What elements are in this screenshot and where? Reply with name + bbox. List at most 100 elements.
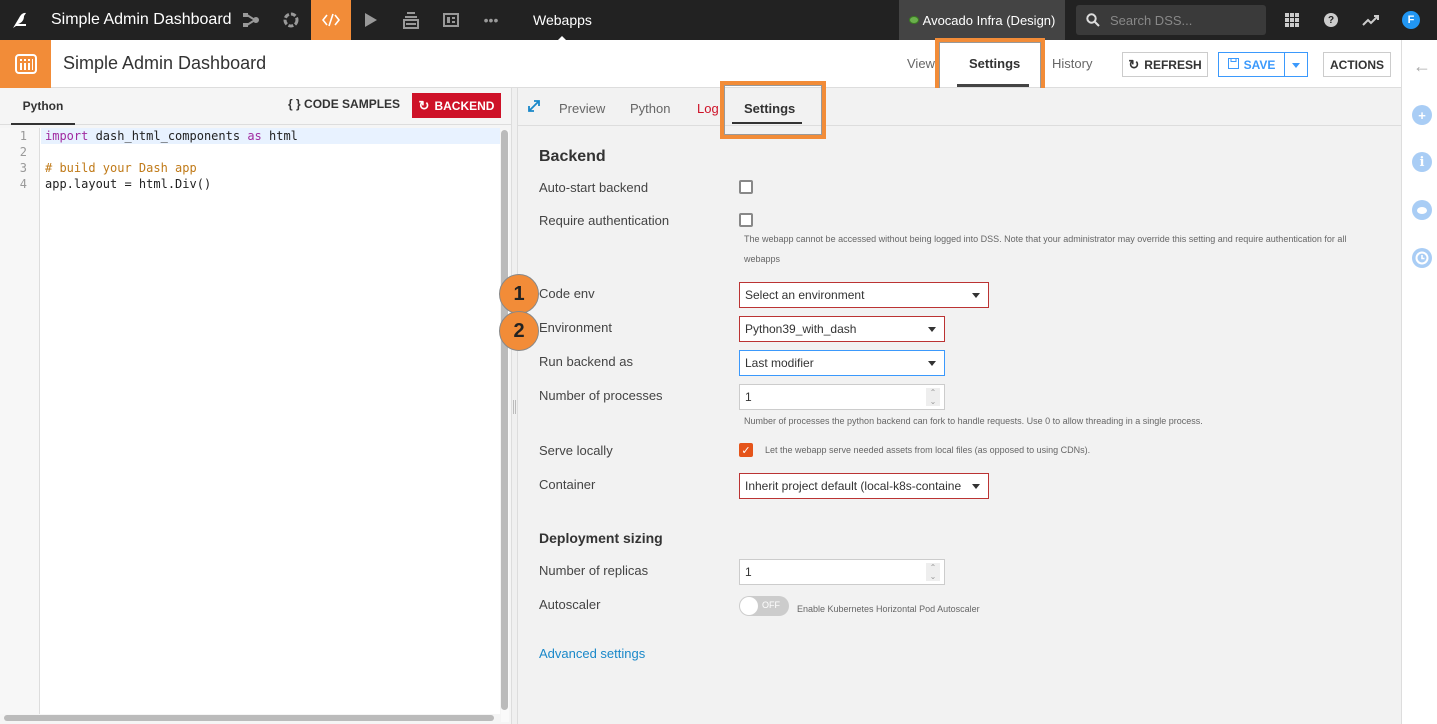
right-rail: ← + i bbox=[1401, 40, 1437, 724]
serve-locally-checkbox[interactable]: ✓ bbox=[739, 443, 753, 457]
activity-trend-icon[interactable] bbox=[1361, 10, 1381, 30]
refresh-icon: ↻ bbox=[1128, 56, 1140, 72]
backend-section-title: Backend bbox=[539, 148, 606, 165]
floppy-disk-icon bbox=[1227, 57, 1239, 72]
tab-python-code[interactable]: Python bbox=[11, 88, 75, 125]
highlight-settings-tab bbox=[935, 38, 1045, 95]
search-box[interactable] bbox=[1076, 5, 1266, 35]
search-input[interactable] bbox=[1110, 12, 1250, 28]
dashboard-icon[interactable] bbox=[431, 0, 471, 40]
line-number-gutter: 1 2 3 4 bbox=[0, 128, 40, 714]
current-section-webapps[interactable]: Webapps bbox=[533, 0, 592, 40]
serve-locally-label: Serve locally bbox=[539, 443, 613, 458]
help-icon[interactable]: ? bbox=[1321, 10, 1341, 30]
webapp-icon bbox=[0, 40, 51, 88]
tab-view[interactable]: View bbox=[907, 56, 935, 71]
project-title[interactable]: Simple Admin Dashboard bbox=[51, 11, 232, 29]
refresh-icon: ↻ bbox=[418, 97, 430, 113]
plus-circle-icon[interactable]: + bbox=[1412, 105, 1432, 125]
caret-down-icon bbox=[1292, 62, 1300, 72]
code-env-select[interactable]: Select an environment bbox=[739, 282, 989, 308]
advanced-settings-link[interactable]: Advanced settings bbox=[539, 646, 645, 661]
caret-down-icon bbox=[972, 293, 980, 302]
replicas-label: Number of replicas bbox=[539, 563, 649, 578]
refresh-button[interactable]: ↻ REFRESH bbox=[1122, 52, 1208, 77]
settings-pane: Preview Python Log Settings Backend Auto… bbox=[518, 88, 1401, 724]
settings-tabs: Preview Python Log Settings bbox=[518, 88, 1401, 126]
apps-grid-icon[interactable] bbox=[1282, 10, 1302, 30]
more-icon[interactable]: ••• bbox=[471, 0, 511, 40]
object-title: Simple Admin Dashboard bbox=[63, 53, 267, 73]
processes-help: Number of processes the python backend c… bbox=[744, 416, 1203, 426]
avocado-icon bbox=[908, 16, 919, 24]
tab-history[interactable]: History bbox=[1052, 56, 1092, 71]
code-line[interactable]: import dash_html_components as html bbox=[41, 128, 500, 144]
actions-button[interactable]: ACTIONS bbox=[1323, 52, 1391, 77]
autoscaler-label: Autoscaler bbox=[539, 597, 601, 612]
arrow-left-icon[interactable]: ← bbox=[1413, 56, 1431, 77]
code-lines[interactable]: import dash_html_components as html # bu… bbox=[41, 128, 500, 192]
run-as-label: Run backend as bbox=[539, 354, 633, 369]
processes-input[interactable]: 1 ⌃ ⌄ bbox=[739, 384, 945, 410]
info-circle-icon[interactable]: i bbox=[1412, 152, 1432, 172]
require-auth-help-cont: webapps bbox=[744, 254, 781, 264]
container-select[interactable]: Inherit project default (local-k8s-conta… bbox=[739, 473, 989, 499]
recipes-icon[interactable] bbox=[271, 0, 311, 40]
code-line[interactable]: # build your Dash app bbox=[41, 160, 500, 176]
container-label: Container bbox=[539, 477, 596, 492]
auto-start-checkbox[interactable] bbox=[739, 180, 753, 194]
flow-icon[interactable] bbox=[231, 0, 271, 40]
expand-icon[interactable] bbox=[528, 99, 540, 117]
editor-vertical-scrollbar[interactable] bbox=[501, 130, 509, 722]
code-line[interactable] bbox=[41, 144, 500, 160]
code-editor-pane: Python { } CODE SAMPLES ↻ BACKEND 1 2 3 … bbox=[0, 88, 512, 724]
run-as-select[interactable]: Last modifier bbox=[739, 350, 945, 376]
object-header: Simple Admin Dashboard View Settings His… bbox=[0, 40, 1401, 88]
code-samples-button[interactable]: { } CODE SAMPLES bbox=[288, 97, 400, 111]
processes-label: Number of processes bbox=[539, 388, 663, 403]
run-icon[interactable] bbox=[351, 0, 391, 40]
editor-horizontal-scrollbar[interactable] bbox=[4, 715, 494, 721]
caret-down-icon bbox=[972, 484, 980, 493]
editor-tabs: Python { } CODE SAMPLES ↻ BACKEND bbox=[0, 88, 511, 125]
code-area[interactable]: 1 2 3 4 import dash_html_components as h… bbox=[0, 128, 500, 714]
user-avatar[interactable]: F bbox=[1402, 11, 1420, 29]
save-dropdown-button[interactable] bbox=[1284, 52, 1308, 77]
instance-selector[interactable]: Avocado Infra (Design) bbox=[899, 0, 1065, 40]
deployment-section-title: Deployment sizing bbox=[539, 530, 663, 546]
caret-down-icon bbox=[928, 327, 936, 336]
tab-python[interactable]: Python bbox=[630, 101, 670, 116]
require-auth-help: The webapp cannot be accessed without be… bbox=[744, 234, 1347, 244]
datasets-icon[interactable] bbox=[391, 0, 431, 40]
search-icon bbox=[1086, 13, 1100, 27]
braces-icon: { } bbox=[288, 97, 301, 111]
autoscaler-toggle[interactable]: OFF bbox=[739, 596, 789, 616]
line-number: 1 bbox=[19, 129, 27, 143]
environment-select[interactable]: Python39_with_dash bbox=[739, 316, 945, 342]
spinner-icon[interactable]: ⌃ ⌄ bbox=[926, 388, 940, 406]
dss-bird-logo-icon[interactable] bbox=[0, 0, 40, 40]
annotation-badge-2: 2 bbox=[499, 311, 539, 351]
require-auth-label: Require authentication bbox=[539, 213, 670, 228]
save-button[interactable]: SAVE bbox=[1218, 52, 1284, 77]
code-line[interactable]: app.layout = html.Div() bbox=[41, 176, 500, 192]
line-number: 4 bbox=[19, 177, 27, 191]
tab-preview[interactable]: Preview bbox=[559, 101, 605, 116]
spinner-icon[interactable]: ⌃ ⌄ bbox=[926, 563, 940, 581]
code-env-label: Code env bbox=[539, 286, 595, 301]
serve-locally-help: Let the webapp serve needed assets from … bbox=[765, 445, 1091, 455]
comment-icon[interactable] bbox=[1412, 200, 1432, 220]
highlight-settings-webapp-tab bbox=[720, 81, 826, 139]
clock-history-icon[interactable] bbox=[1412, 248, 1432, 268]
backend-button[interactable]: ↻ BACKEND bbox=[412, 93, 501, 118]
line-number: 3 bbox=[19, 161, 27, 175]
replicas-input[interactable]: 1 ⌃ ⌄ bbox=[739, 559, 945, 585]
annotation-badge-1: 1 bbox=[499, 274, 539, 314]
instance-name: Avocado Infra (Design) bbox=[922, 12, 1056, 28]
require-auth-checkbox[interactable] bbox=[739, 213, 753, 227]
caret-down-icon bbox=[928, 361, 936, 370]
tab-log[interactable]: Log bbox=[697, 101, 719, 116]
line-number: 2 bbox=[19, 145, 27, 159]
environment-label: Environment bbox=[539, 320, 612, 335]
code-icon[interactable] bbox=[311, 0, 351, 40]
